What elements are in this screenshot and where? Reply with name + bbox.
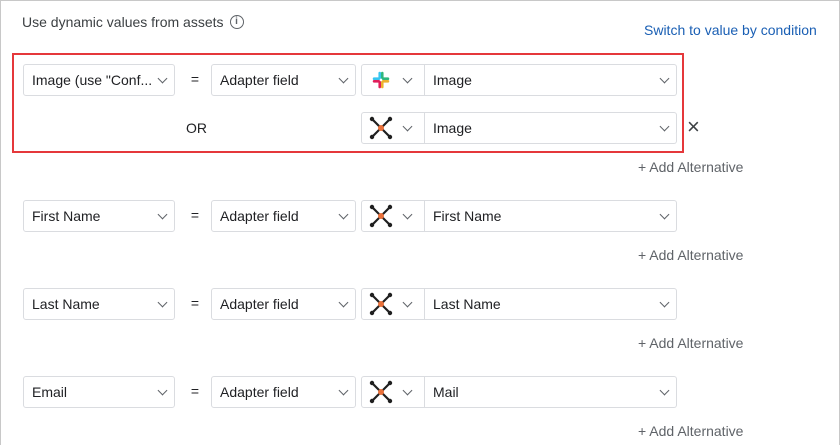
chevron-down-icon bbox=[659, 121, 670, 131]
adapter-field-value: Mail bbox=[433, 384, 459, 400]
mapping-type-value: Adapter field bbox=[220, 208, 299, 224]
source-field-select[interactable]: First Name bbox=[23, 200, 175, 232]
add-alternative-link[interactable]: + Add Alternative bbox=[638, 247, 743, 263]
mapping-type-value: Adapter field bbox=[220, 384, 299, 400]
chevron-down-icon bbox=[338, 385, 349, 395]
chevron-down-icon bbox=[402, 209, 413, 219]
chevron-down-icon bbox=[659, 297, 670, 307]
close-icon[interactable]: × bbox=[687, 116, 700, 138]
adapter-field-select[interactable]: Image bbox=[425, 64, 677, 96]
adapter-field-value: Image bbox=[433, 72, 472, 88]
chevron-down-icon bbox=[338, 209, 349, 219]
adapter-select[interactable] bbox=[361, 288, 425, 320]
chevron-down-icon bbox=[659, 385, 670, 395]
source-field-select[interactable]: Last Name bbox=[23, 288, 175, 320]
network-cross-icon bbox=[368, 115, 394, 141]
add-alternative-link[interactable]: + Add Alternative bbox=[638, 335, 743, 351]
equals-sign: = bbox=[190, 71, 200, 87]
mapping-type-select[interactable]: Adapter field bbox=[211, 376, 356, 408]
switch-to-condition-link[interactable]: Switch to value by condition bbox=[644, 22, 817, 38]
mapping-type-value: Adapter field bbox=[220, 296, 299, 312]
network-cross-icon bbox=[368, 291, 394, 317]
chevron-down-icon bbox=[338, 73, 349, 83]
adapter-field-select[interactable]: Last Name bbox=[425, 288, 677, 320]
chevron-down-icon bbox=[157, 385, 168, 395]
mapping-type-select[interactable]: Adapter field bbox=[211, 200, 356, 232]
mapping-type-select[interactable]: Adapter field bbox=[211, 64, 356, 96]
source-field-value: Last Name bbox=[32, 296, 100, 312]
equals-sign: = bbox=[190, 383, 200, 399]
network-cross-icon bbox=[368, 379, 394, 405]
chevron-down-icon bbox=[402, 297, 413, 307]
mapping-type-select[interactable]: Adapter field bbox=[211, 288, 356, 320]
equals-sign: = bbox=[190, 295, 200, 311]
chevron-down-icon bbox=[402, 385, 413, 395]
source-field-value: First Name bbox=[32, 208, 101, 224]
dynamic-values-label: Use dynamic values from assets bbox=[22, 14, 224, 30]
source-field-select[interactable]: Image (use "Conf... bbox=[23, 64, 175, 96]
chevron-down-icon bbox=[157, 297, 168, 307]
add-alternative-link[interactable]: + Add Alternative bbox=[638, 159, 743, 175]
chevron-down-icon bbox=[338, 297, 349, 307]
chevron-down-icon bbox=[402, 121, 413, 131]
or-label: OR bbox=[186, 120, 207, 136]
alternative-field-value: Image bbox=[433, 120, 472, 136]
adapter-select[interactable] bbox=[361, 64, 425, 96]
chevron-down-icon bbox=[659, 73, 670, 83]
mapping-type-value: Adapter field bbox=[220, 72, 299, 88]
add-alternative-link[interactable]: + Add Alternative bbox=[638, 423, 743, 439]
adapter-field-select[interactable]: Mail bbox=[425, 376, 677, 408]
alternative-adapter-select[interactable] bbox=[361, 112, 425, 144]
adapter-field-value: First Name bbox=[433, 208, 502, 224]
source-field-select[interactable]: Email bbox=[23, 376, 175, 408]
source-field-value: Email bbox=[32, 384, 68, 400]
dynamic-values-header: Use dynamic values from assets i bbox=[22, 14, 244, 30]
slack-logo-icon bbox=[368, 67, 394, 93]
network-cross-icon bbox=[368, 203, 394, 229]
chevron-down-icon bbox=[157, 73, 168, 83]
chevron-down-icon bbox=[402, 73, 413, 83]
chevron-down-icon bbox=[157, 209, 168, 219]
source-field-value: Image (use "Conf... bbox=[32, 72, 153, 88]
equals-sign: = bbox=[190, 207, 200, 223]
alternative-field-select[interactable]: Image bbox=[425, 112, 677, 144]
adapter-field-value: Last Name bbox=[433, 296, 501, 312]
adapter-select[interactable] bbox=[361, 200, 425, 232]
adapter-field-select[interactable]: First Name bbox=[425, 200, 677, 232]
chevron-down-icon bbox=[659, 209, 670, 219]
adapter-select[interactable] bbox=[361, 376, 425, 408]
info-icon[interactable]: i bbox=[229, 15, 244, 29]
